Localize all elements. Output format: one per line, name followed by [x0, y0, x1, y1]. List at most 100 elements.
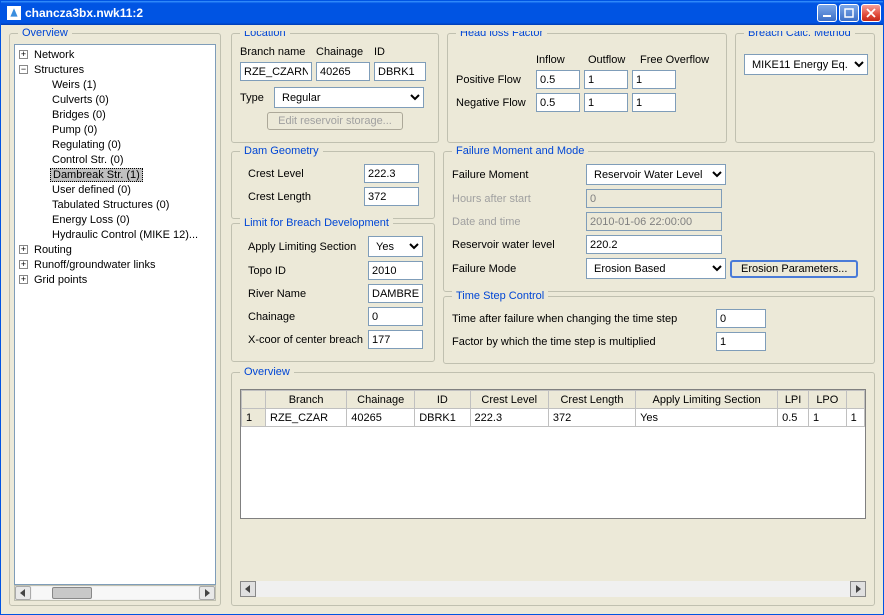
tree-item-label[interactable]: User defined (0) [50, 184, 133, 196]
tree-item[interactable]: User defined (0) [15, 182, 215, 197]
column-header[interactable]: Crest Level [470, 391, 548, 409]
cell[interactable]: 0.5 [778, 409, 809, 427]
grid-scroll-right-icon[interactable] [850, 581, 866, 597]
tree-item[interactable]: + Routing [15, 242, 215, 257]
scroll-left-icon[interactable] [15, 586, 31, 600]
time-after-input[interactable] [716, 309, 766, 328]
tree-item[interactable]: Pump (0) [15, 122, 215, 137]
tree-item-label[interactable]: Structures [32, 64, 86, 76]
tree-item-label[interactable]: Runoff/groundwater links [32, 259, 157, 271]
chainage-input[interactable] [316, 62, 370, 81]
overview-grid[interactable]: BranchChainageIDCrest LevelCrest LengthA… [240, 389, 866, 519]
tree-item[interactable]: Culverts (0) [15, 92, 215, 107]
grid-hscroll[interactable] [240, 581, 866, 597]
topo-id-input[interactable] [368, 261, 423, 280]
tree-spacer-icon [37, 80, 46, 89]
tree-item[interactable]: Bridges (0) [15, 107, 215, 122]
column-header[interactable]: Chainage [347, 391, 415, 409]
tree-item[interactable]: Control Str. (0) [15, 152, 215, 167]
apply-limit-label: Apply Limiting Section [240, 241, 364, 253]
grid-scroll-left-icon[interactable] [240, 581, 256, 597]
cell[interactable]: 222.3 [470, 409, 548, 427]
tree-item[interactable]: −Structures [15, 62, 215, 77]
xcoor-input[interactable] [368, 330, 423, 349]
factor-input[interactable] [716, 332, 766, 351]
tree-item-label[interactable]: Routing [32, 244, 74, 256]
id-input[interactable] [374, 62, 426, 81]
scroll-right-icon[interactable] [199, 586, 215, 600]
tree-item-label[interactable]: Hydraulic Control (MIKE 12)... [50, 229, 200, 241]
failure-mode-select[interactable]: Erosion Based [586, 258, 726, 279]
hours-after-input [586, 189, 722, 208]
tree-item-label[interactable]: Dambreak Str. (1) [50, 168, 143, 182]
limit-chainage-input[interactable] [368, 307, 423, 326]
failure-mode-label: Failure Mode [452, 263, 582, 275]
row-number: 1 [242, 409, 266, 427]
cell[interactable]: 1 [846, 409, 864, 427]
column-header[interactable] [846, 391, 864, 409]
breach-calc-select[interactable]: MIKE11 Energy Eq. [744, 54, 868, 75]
cell[interactable]: DBRK1 [415, 409, 470, 427]
tree-view[interactable]: + Network−Structures Weirs (1) Culverts (0)… [14, 44, 216, 585]
tree-item-label[interactable]: Culverts (0) [50, 94, 111, 106]
crest-length-input[interactable] [364, 187, 419, 206]
cell[interactable]: RZE_CZAR [266, 409, 347, 427]
tree-item[interactable]: + Network [15, 47, 215, 62]
tree-item-label[interactable]: Weirs (1) [50, 79, 98, 91]
tree-item[interactable]: Tabulated Structures (0) [15, 197, 215, 212]
cell[interactable]: 40265 [347, 409, 415, 427]
column-header[interactable]: Branch [266, 391, 347, 409]
tree-item-label[interactable]: Regulating (0) [50, 139, 123, 151]
column-header[interactable]: LPI [778, 391, 809, 409]
app-icon [7, 6, 21, 20]
apply-limit-select[interactable]: Yes [368, 236, 423, 257]
cell[interactable]: 1 [809, 409, 847, 427]
river-name-input[interactable] [368, 284, 423, 303]
tree-item-label[interactable]: Tabulated Structures (0) [50, 199, 171, 211]
tree-spacer-icon [37, 230, 46, 239]
tree-item[interactable]: + Grid points [15, 272, 215, 287]
tree-item[interactable]: Hydraulic Control (MIKE 12)... [15, 227, 215, 242]
erosion-params-button[interactable]: Erosion Parameters... [730, 260, 858, 278]
expand-icon[interactable]: + [19, 245, 28, 254]
cell[interactable]: 372 [548, 409, 635, 427]
tree-item-label[interactable]: Grid points [32, 274, 89, 286]
expand-icon[interactable]: + [19, 275, 28, 284]
maximize-button[interactable] [839, 4, 859, 22]
pos-free-input[interactable] [632, 70, 676, 89]
close-button[interactable] [861, 4, 881, 22]
reservoir-level-input[interactable] [586, 235, 722, 254]
reservoir-level-label: Reservoir water level [452, 239, 582, 251]
failure-moment-select[interactable]: Reservoir Water Level [586, 164, 726, 185]
neg-free-input[interactable] [632, 93, 676, 112]
tree-item[interactable]: + Runoff/groundwater links [15, 257, 215, 272]
pos-inflow-input[interactable] [536, 70, 580, 89]
tree-item-label[interactable]: Energy Loss (0) [50, 214, 132, 226]
cell[interactable]: Yes [636, 409, 778, 427]
column-header[interactable]: ID [415, 391, 470, 409]
column-header[interactable]: LPO [809, 391, 847, 409]
minimize-button[interactable] [817, 4, 837, 22]
type-select[interactable]: Regular [274, 87, 424, 108]
expand-icon[interactable]: + [19, 260, 28, 269]
crest-level-input[interactable] [364, 164, 419, 183]
scroll-thumb[interactable] [52, 587, 92, 599]
neg-inflow-input[interactable] [536, 93, 580, 112]
tree-item-label[interactable]: Pump (0) [50, 124, 99, 136]
tree-item-label[interactable]: Network [32, 49, 76, 61]
tree-item-label[interactable]: Bridges (0) [50, 109, 108, 121]
column-header[interactable]: Crest Length [548, 391, 635, 409]
tree-item[interactable]: Dambreak Str. (1) [15, 167, 215, 182]
tree-item[interactable]: Energy Loss (0) [15, 212, 215, 227]
expand-icon[interactable]: + [19, 50, 28, 59]
tree-item[interactable]: Regulating (0) [15, 137, 215, 152]
pos-outflow-input[interactable] [584, 70, 628, 89]
collapse-icon[interactable]: − [19, 65, 28, 74]
column-header[interactable]: Apply Limiting Section [636, 391, 778, 409]
neg-outflow-input[interactable] [584, 93, 628, 112]
tree-hscroll[interactable] [14, 585, 216, 601]
table-row[interactable]: 1RZE_CZAR40265DBRK1222.3372Yes0.511 [242, 409, 865, 427]
tree-item-label[interactable]: Control Str. (0) [50, 154, 126, 166]
tree-item[interactable]: Weirs (1) [15, 77, 215, 92]
branch-name-input[interactable] [240, 62, 312, 81]
